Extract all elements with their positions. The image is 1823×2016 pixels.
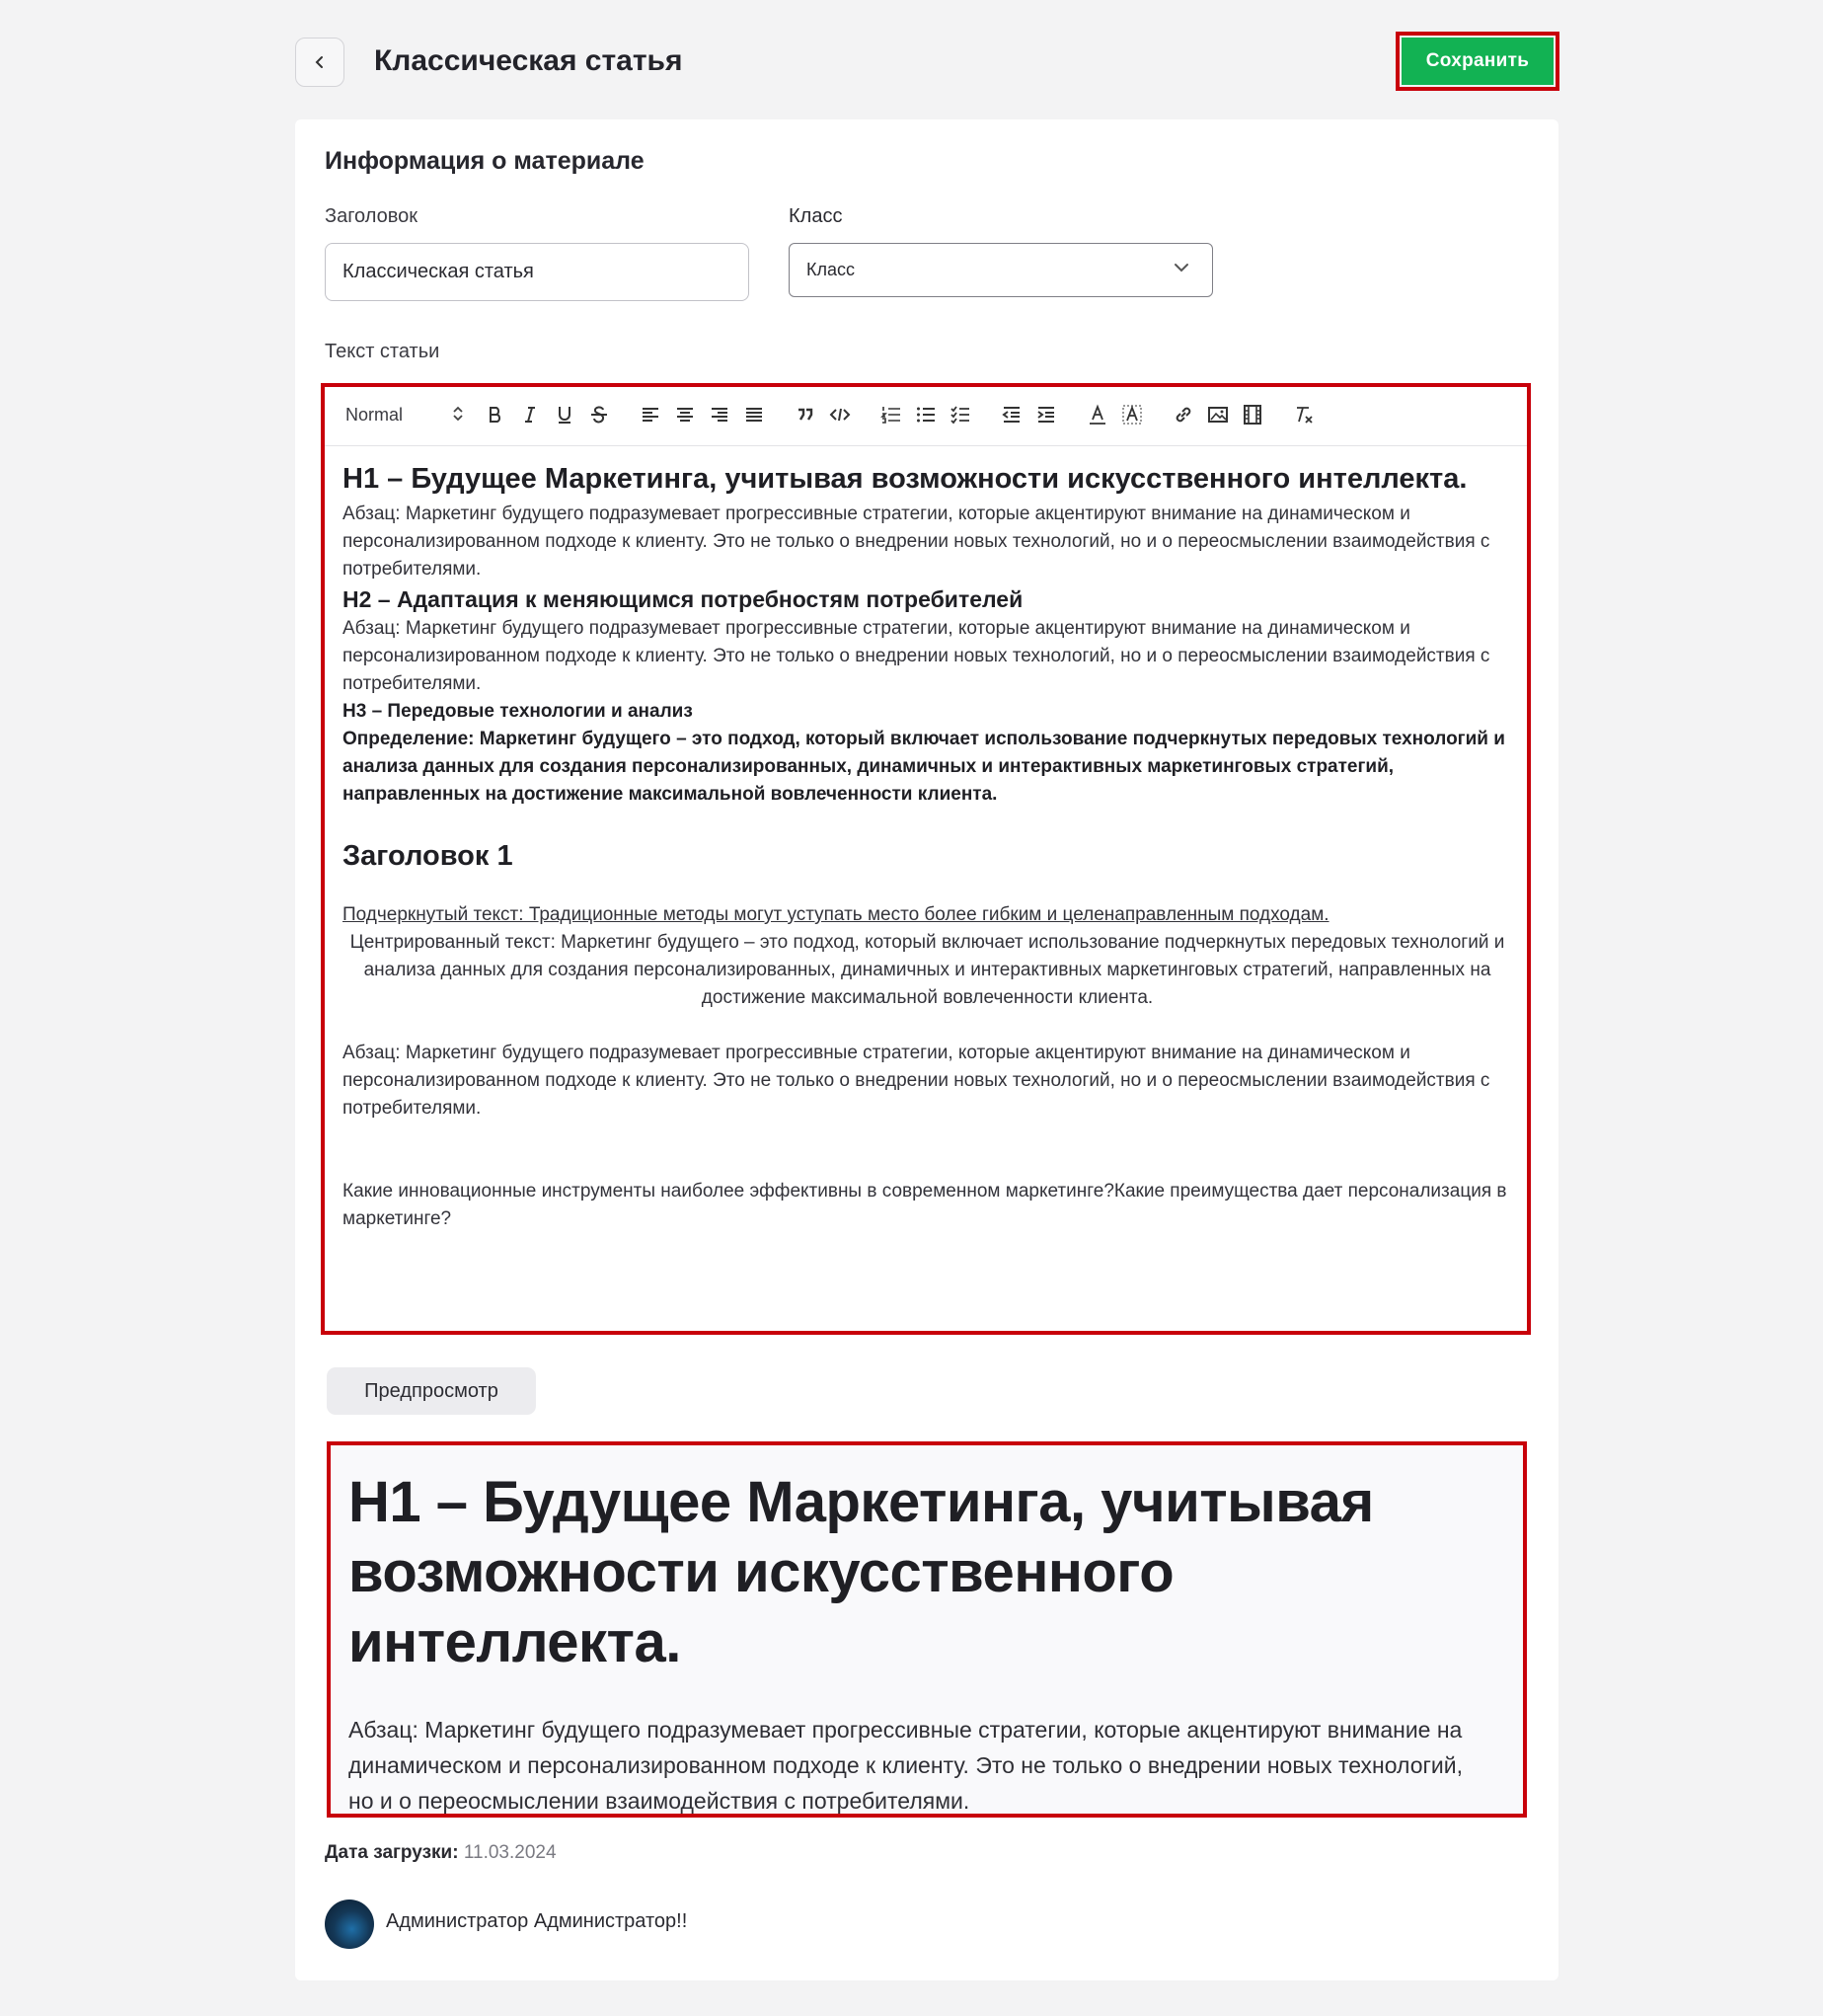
background-color-button[interactable] bbox=[1119, 402, 1145, 427]
video-button[interactable] bbox=[1240, 402, 1265, 427]
editor-paragraph: Абзац: Маркетинг будущего подразумевает … bbox=[342, 504, 1490, 580]
align-justify-icon bbox=[746, 408, 762, 422]
rich-text-editor: Normal H1 – Будущее Маркетинга, учитывая… bbox=[321, 383, 1531, 1335]
align-justify-button[interactable] bbox=[741, 402, 767, 427]
code-block-button[interactable] bbox=[827, 402, 853, 427]
align-right-button[interactable] bbox=[707, 402, 732, 427]
blockquote-icon bbox=[798, 408, 813, 421]
editor-h1: H1 – Будущее Маркетинга, учитывая возмож… bbox=[342, 463, 1468, 495]
ordered-list-icon bbox=[880, 407, 900, 424]
format-select-value: Normal bbox=[345, 404, 404, 425]
editor-paragraph: Абзац: Маркетинг будущего подразумевает … bbox=[342, 1043, 1490, 1119]
blockquote-button[interactable] bbox=[793, 402, 818, 427]
bullet-list-icon bbox=[917, 407, 935, 423]
upload-date-value: 11.03.2024 bbox=[463, 1842, 557, 1863]
clear-format-icon bbox=[1297, 407, 1313, 424]
underline-button[interactable] bbox=[552, 402, 577, 427]
strikethrough-icon bbox=[591, 406, 607, 424]
text-color-button[interactable] bbox=[1085, 402, 1110, 427]
class-select[interactable]: Класс bbox=[789, 243, 1213, 297]
upload-date: Дата загрузки: 11.03.2024 bbox=[325, 1842, 557, 1864]
chevron-down-icon bbox=[1175, 264, 1188, 272]
chevron-left-icon bbox=[315, 56, 323, 68]
align-right-icon bbox=[712, 408, 727, 422]
check-list-icon bbox=[950, 406, 969, 425]
italic-icon bbox=[525, 407, 535, 423]
preview-panel: H1 – Будущее Маркетинга, учитывая возмож… bbox=[327, 1441, 1527, 1818]
save-button-highlight: Сохранить bbox=[1396, 32, 1559, 91]
title-input-value: Классическая статья bbox=[342, 261, 534, 282]
editor-heading-1: Заголовок 1 bbox=[342, 840, 513, 872]
editor-content[interactable]: H1 – Будущее Маркетинга, учитывая возмож… bbox=[342, 458, 1512, 1233]
italic-button[interactable] bbox=[517, 402, 543, 427]
class-select-value: Класс bbox=[806, 260, 855, 279]
updown-arrows-icon bbox=[453, 406, 463, 422]
title-input[interactable]: Классическая статья bbox=[325, 243, 749, 301]
editor-toolbar: Normal bbox=[325, 387, 1527, 446]
link-icon bbox=[1176, 407, 1191, 423]
article-text-label: Текст статьи bbox=[325, 341, 440, 362]
title-label: Заголовок bbox=[325, 205, 418, 227]
underline-icon bbox=[559, 407, 570, 424]
image-button[interactable] bbox=[1205, 402, 1231, 427]
bold-button[interactable] bbox=[483, 402, 508, 427]
image-icon bbox=[1208, 407, 1228, 423]
outdent-button[interactable] bbox=[999, 402, 1025, 427]
avatar bbox=[325, 1900, 374, 1949]
bold-icon bbox=[490, 407, 501, 423]
upload-date-label: Дата загрузки: bbox=[325, 1842, 459, 1863]
editor-question: Какие инновационные инструменты наиболее… bbox=[342, 1181, 1507, 1229]
preview-paragraph: Абзац: Маркетинг будущего подразумевает … bbox=[348, 1717, 1463, 1814]
code-block-icon bbox=[829, 408, 851, 422]
back-button[interactable] bbox=[295, 38, 344, 87]
ordered-list-button[interactable] bbox=[878, 402, 904, 427]
outdent-icon bbox=[1002, 407, 1020, 423]
indent-icon bbox=[1037, 407, 1054, 423]
format-select[interactable]: Normal bbox=[345, 400, 464, 429]
section-title: Информация о материале bbox=[325, 147, 645, 175]
background-color-icon bbox=[1122, 405, 1142, 425]
save-button[interactable]: Сохранить bbox=[1402, 38, 1554, 85]
bullet-list-button[interactable] bbox=[913, 402, 939, 427]
editor-h3: H3 – Передовые технологии и анализ bbox=[342, 701, 693, 722]
align-center-icon bbox=[677, 408, 693, 422]
editor-definition: Определение: Маркетинг будущего – это по… bbox=[342, 729, 1505, 805]
preview-h1: H1 – Будущее Маркетинга, учитывая возмож… bbox=[348, 1470, 1374, 1674]
indent-button[interactable] bbox=[1033, 402, 1059, 427]
align-left-icon bbox=[643, 408, 658, 422]
page-title: Классическая статья bbox=[374, 44, 683, 77]
align-center-button[interactable] bbox=[672, 402, 698, 427]
editor-h2: H2 – Адаптация к меняющимся потребностям… bbox=[342, 586, 1024, 612]
author-name: Администратор Администратор!! bbox=[386, 1910, 688, 1932]
editor-paragraph: Абзац: Маркетинг будущего подразумевает … bbox=[342, 618, 1490, 694]
text-color-icon bbox=[1090, 404, 1105, 425]
video-icon bbox=[1244, 405, 1261, 425]
check-list-button[interactable] bbox=[948, 402, 973, 427]
preview-button[interactable]: Предпросмотр bbox=[327, 1367, 536, 1415]
editor-centered-text: Центрированный текст: Маркетинг будущего… bbox=[349, 932, 1505, 1008]
material-card: Информация о материале Заголовок Классич… bbox=[295, 119, 1558, 1980]
link-button[interactable] bbox=[1171, 402, 1196, 427]
align-left-button[interactable] bbox=[638, 402, 663, 427]
class-label: Класс bbox=[789, 205, 843, 227]
clear-format-button[interactable] bbox=[1291, 402, 1317, 427]
strikethrough-button[interactable] bbox=[586, 402, 612, 427]
editor-underlined-text: Подчеркнутый текст: Традиционные методы … bbox=[342, 904, 1329, 925]
